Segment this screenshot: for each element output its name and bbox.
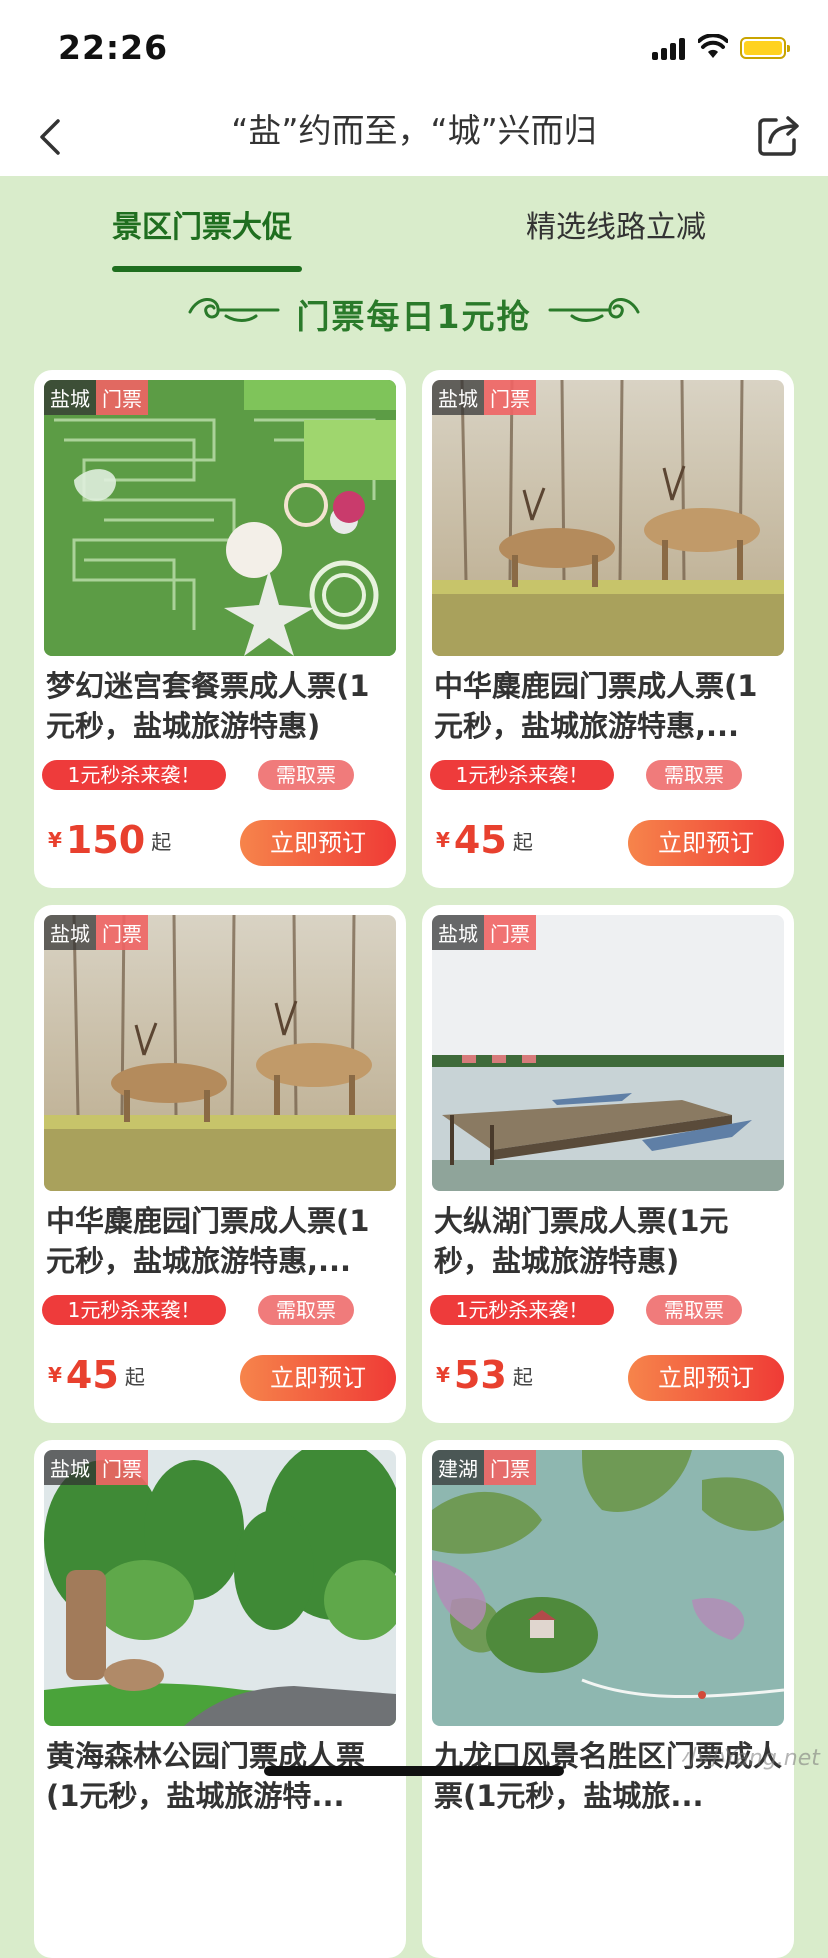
book-now-button[interactable]: 立即预订: [240, 820, 396, 866]
card-tags: 盐城 门票: [432, 380, 536, 415]
book-now-button[interactable]: 立即预订: [240, 1355, 396, 1401]
wifi-icon: [698, 34, 728, 58]
cellular-signal-icon: [652, 36, 688, 60]
type-tag: 门票: [484, 380, 536, 415]
pickup-required-badge: 需取票: [646, 760, 742, 790]
city-tag: 盐城: [44, 1450, 96, 1485]
page-title: “盐”约而至，“城”兴而归: [231, 111, 597, 150]
product-card[interactable]: 盐城 门票 中华麋鹿园门票成人票(1元秒，盐城旅游特惠,... 1元秒杀来袭！ …: [422, 370, 794, 888]
city-tag: 盐城: [44, 915, 96, 950]
price-value: 150: [65, 818, 146, 862]
price: ¥150 起: [48, 818, 171, 862]
city-tag: 盐城: [432, 380, 484, 415]
type-tag: 门票: [484, 1450, 536, 1485]
city-tag: 盐城: [432, 915, 484, 950]
home-indicator[interactable]: [264, 1766, 564, 1776]
product-title: 中华麋鹿园门票成人票(1元秒，盐城旅游特惠,...: [46, 1204, 370, 1278]
tab-scenic-tickets[interactable]: 景区门票大促: [112, 202, 292, 246]
type-tag: 门票: [96, 1450, 148, 1485]
product-title: 黄海森林公园门票成人票(1元秒，盐城旅游特...: [46, 1739, 366, 1813]
product-title: 梦幻迷宫套餐票成人票(1元秒，盐城旅游特惠): [46, 669, 370, 743]
tab-active-indicator: [112, 266, 302, 272]
card-tags: 盐城 门票: [44, 1450, 148, 1485]
product-image-deer: 盐城 门票: [44, 915, 396, 1191]
flash-sale-badge: 1元秒杀来袭！: [42, 760, 226, 790]
product-title: 大纵湖门票成人票(1元秒，盐城旅游特惠): [434, 1204, 729, 1278]
type-tag: 门票: [96, 380, 148, 415]
card-tags: 盐城 门票: [44, 380, 148, 415]
product-card[interactable]: 盐城 门票 黄海森林公园门票成人票(1元秒，盐城旅游特...: [34, 1440, 406, 1958]
city-tag: 建湖: [432, 1450, 484, 1485]
product-card[interactable]: 建湖 门票 九龙口风景名胜区门票成人票(1元秒，盐城旅...: [422, 1440, 794, 1958]
card-tags: 盐城 门票: [44, 915, 148, 950]
product-image-maze: 盐城 门票: [44, 380, 396, 656]
price-suffix: 起: [124, 1364, 145, 1389]
price-value: 45: [65, 1353, 119, 1397]
pickup-required-badge: 需取票: [258, 1295, 354, 1325]
banner-title: 门票每日1元抢: [296, 297, 532, 336]
product-image-deer: 盐城 门票: [432, 380, 784, 656]
nav-bar: “盐”约而至，“城”兴而归: [0, 100, 828, 176]
product-title: 中华麋鹿园门票成人票(1元秒，盐城旅游特惠,...: [434, 669, 758, 743]
book-now-button[interactable]: 立即预订: [628, 1355, 784, 1401]
price: ¥45 起: [436, 818, 533, 862]
promo-banner: 门票每日1元抢: [0, 286, 828, 338]
currency-symbol: ¥: [48, 828, 62, 852]
currency-symbol: ¥: [48, 1363, 62, 1387]
flash-sale-badge: 1元秒杀来袭！: [42, 1295, 226, 1325]
currency-symbol: ¥: [436, 828, 450, 852]
pickup-required-badge: 需取票: [646, 1295, 742, 1325]
flash-sale-badge: 1元秒杀来袭！: [430, 1295, 614, 1325]
status-time: 22:26: [58, 28, 169, 67]
back-button[interactable]: [30, 112, 70, 162]
type-tag: 门票: [484, 915, 536, 950]
tab-bar: 景区门票大促 精选线路立减: [0, 176, 828, 276]
chevron-left-icon: [40, 119, 60, 155]
cloud-ornament-icon: [548, 298, 640, 322]
price-suffix: 起: [151, 829, 172, 854]
product-image-forest: 盐城 门票: [44, 1450, 396, 1726]
tab-selected-routes[interactable]: 精选线路立减: [526, 202, 706, 246]
price: ¥53 起: [436, 1353, 533, 1397]
price-value: 45: [453, 818, 507, 862]
pickup-required-badge: 需取票: [258, 760, 354, 790]
currency-symbol: ¥: [436, 1363, 450, 1387]
flash-sale-badge: 1元秒杀来袭！: [430, 760, 614, 790]
price-suffix: 起: [512, 829, 533, 854]
battery-icon: [740, 37, 790, 59]
watermark: 小小Yang.net: [680, 1746, 820, 1771]
product-image-lake: 盐城 门票: [432, 915, 784, 1191]
card-tags: 建湖 门票: [432, 1450, 536, 1485]
city-tag: 盐城: [44, 380, 96, 415]
share-icon[interactable]: [756, 112, 802, 158]
type-tag: 门票: [96, 915, 148, 950]
price-suffix: 起: [512, 1364, 533, 1389]
product-card[interactable]: 盐城 门票 大纵湖门票成人票(1元秒，盐城旅游特惠) 1元秒杀来袭！ 需取票 ¥…: [422, 905, 794, 1423]
status-bar: 22:26: [0, 0, 828, 100]
product-card[interactable]: 盐城 门票 梦幻迷宫套餐票成人票(1元秒，盐城旅游特惠) 1元秒杀来袭！ 需取票…: [34, 370, 406, 888]
book-now-button[interactable]: 立即预订: [628, 820, 784, 866]
price-value: 53: [453, 1353, 507, 1397]
product-image-wetland: 建湖 门票: [432, 1450, 784, 1726]
card-tags: 盐城 门票: [432, 915, 536, 950]
price: ¥45 起: [48, 1353, 145, 1397]
product-card[interactable]: 盐城 门票 中华麋鹿园门票成人票(1元秒，盐城旅游特惠,... 1元秒杀来袭！ …: [34, 905, 406, 1423]
